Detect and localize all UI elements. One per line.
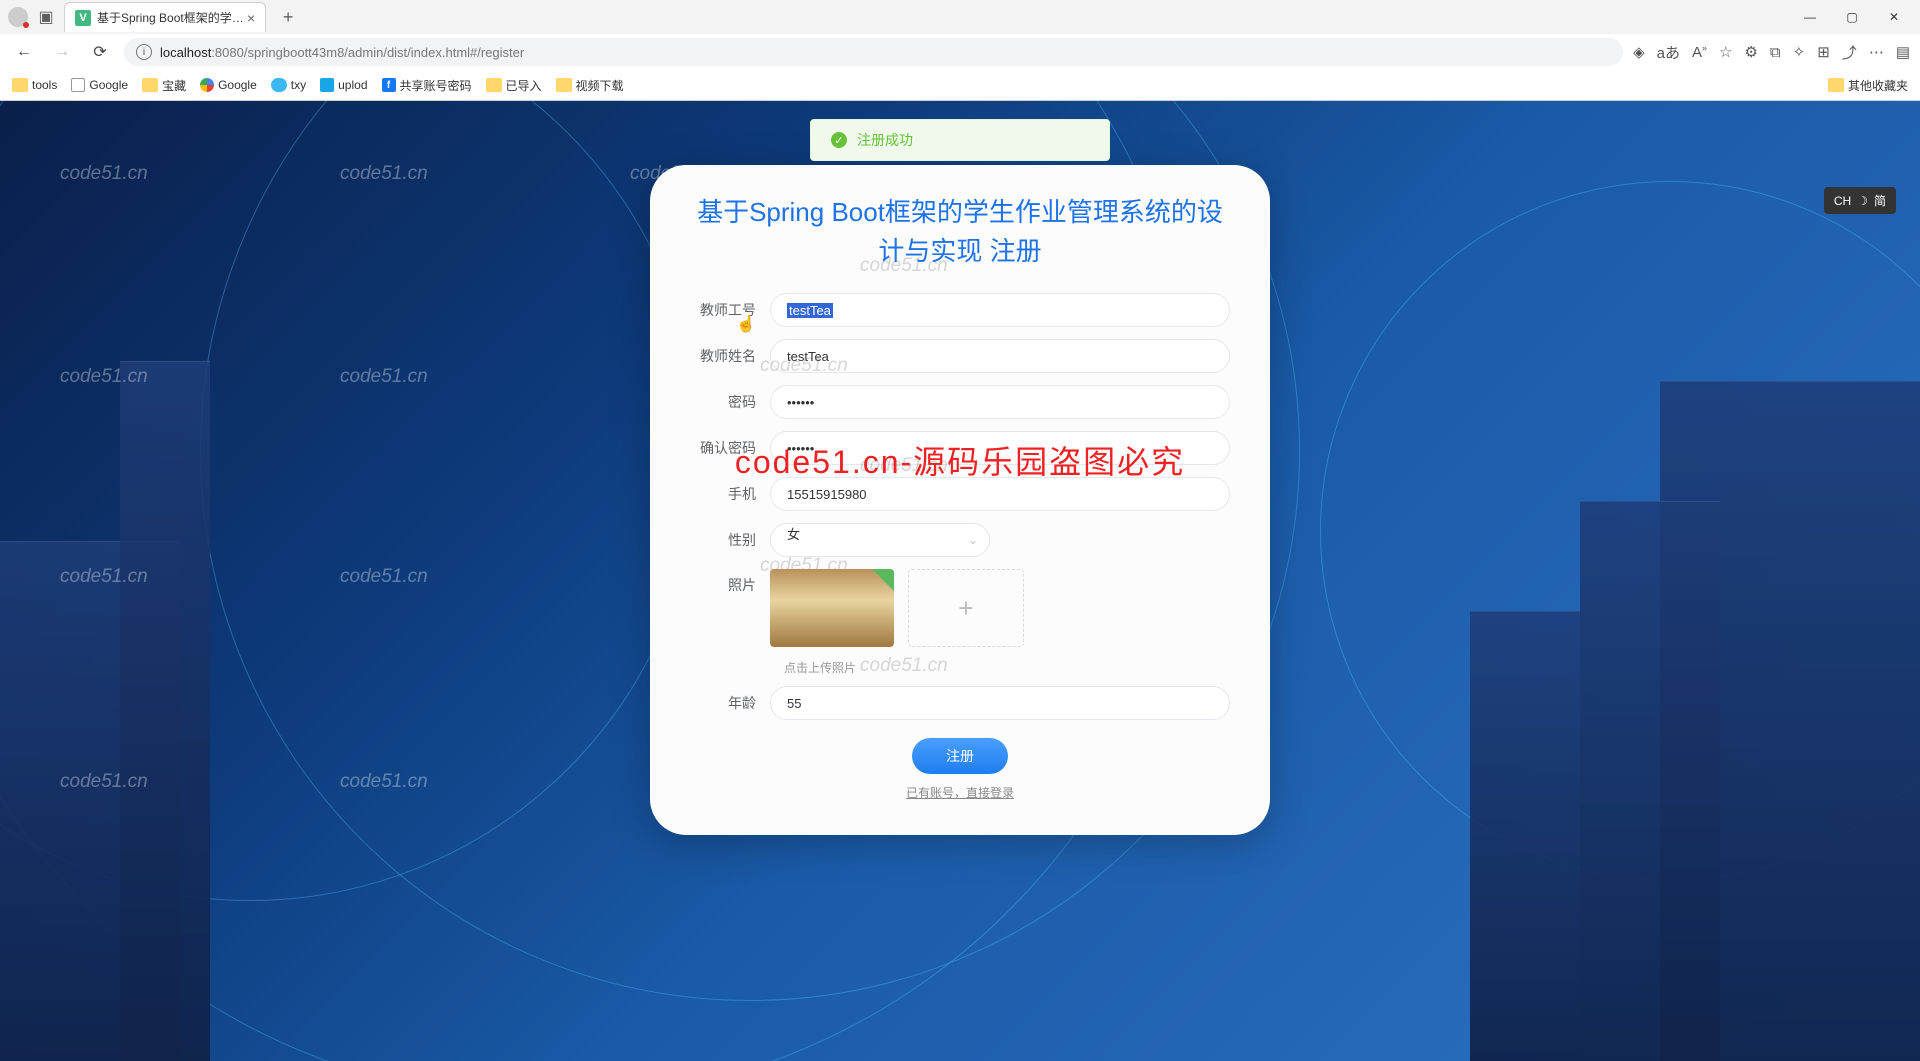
input-age[interactable]: [770, 686, 1230, 720]
input-confirm[interactable]: [770, 431, 1230, 465]
read-aloud-icon[interactable]: ◈: [1633, 43, 1645, 61]
card-title: 基于Spring Boot框架的学生作业管理系统的设计与实现 注册: [690, 193, 1230, 271]
ime-moon-icon: ☽: [1857, 194, 1868, 208]
login-link[interactable]: 已有账号，直接登录: [690, 784, 1230, 801]
favorites-icon[interactable]: ☆: [1719, 43, 1732, 61]
page-content: code51.cn code51.cn code51.cn code51.cn …: [0, 101, 1920, 1061]
bookmarks-bar: tools Google 宝藏 Google txy uplod f共享账号密码…: [0, 70, 1920, 100]
success-toast: ✓ 注册成功: [810, 119, 1110, 161]
select-gender[interactable]: 女: [770, 523, 990, 557]
label-password: 密码: [690, 392, 770, 412]
address-bar[interactable]: i localhost:8080/springboott43m8/admin/d…: [124, 38, 1623, 66]
toolbar-icons: ◈ aあ A» ☆ ⚙ ⧉ ✧ ⊞ ⤴ ⋯ ▤: [1633, 42, 1910, 63]
extensions-icon[interactable]: ⊞: [1817, 43, 1830, 61]
row-phone: 手机: [690, 477, 1230, 511]
site-info-icon[interactable]: i: [136, 44, 152, 60]
label-phone: 手机: [690, 484, 770, 504]
reload-button[interactable]: ⟳: [86, 38, 114, 66]
row-teacher-name: 教师姓名: [690, 339, 1230, 373]
plus-icon: +: [958, 593, 973, 624]
input-teacher-name[interactable]: [770, 339, 1230, 373]
folder-icon: [556, 78, 572, 92]
share-icon[interactable]: ⤴: [1842, 42, 1857, 63]
upload-icon: [320, 78, 334, 92]
bookmark-google2[interactable]: Google: [200, 78, 257, 92]
other-bookmarks[interactable]: 其他收藏夹: [1828, 77, 1908, 94]
more-icon[interactable]: ⋯: [1869, 43, 1884, 61]
settings-icon[interactable]: ⚙: [1744, 43, 1757, 61]
maximize-icon[interactable]: ▢: [1840, 5, 1864, 29]
f-icon: f: [382, 78, 396, 92]
ime-lang: CH: [1834, 194, 1851, 208]
folder-icon: [142, 78, 158, 92]
tab-favicon-icon: V: [75, 10, 91, 26]
titlebar: ▣ V 基于Spring Boot框架的学生作业 × + — ▢ ✕: [0, 0, 1920, 34]
page-icon: [71, 78, 85, 92]
bookmark-txy[interactable]: txy: [271, 78, 306, 92]
label-photo: 照片: [690, 569, 770, 595]
bookmark-video[interactable]: 视频下载: [556, 77, 624, 94]
label-teacher-id: 教师工号: [690, 300, 770, 320]
label-teacher-name: 教师姓名: [690, 346, 770, 366]
back-button[interactable]: ←: [10, 38, 38, 66]
ime-mode: 简: [1874, 192, 1886, 209]
tab-overview-icon[interactable]: ▣: [36, 7, 56, 27]
bookmark-uplod[interactable]: uplod: [320, 78, 367, 92]
window-controls: — ▢ ✕: [1798, 5, 1912, 29]
bookmark-share[interactable]: f共享账号密码: [382, 77, 472, 94]
ime-indicator[interactable]: CH ☽ 简: [1824, 187, 1896, 214]
url-host: localhost: [160, 45, 211, 60]
label-age: 年龄: [690, 693, 770, 713]
folder-icon: [486, 78, 502, 92]
new-tab-button[interactable]: +: [274, 7, 302, 28]
profile-icon[interactable]: [8, 7, 28, 27]
input-phone[interactable]: [770, 477, 1230, 511]
toast-text: 注册成功: [857, 130, 913, 150]
register-button[interactable]: 注册: [912, 738, 1008, 774]
url-port: :8080: [211, 45, 244, 60]
register-card: 基于Spring Boot框架的学生作业管理系统的设计与实现 注册 code51…: [650, 165, 1270, 835]
sidebar-icon[interactable]: ▤: [1896, 43, 1910, 61]
url-path: /springboott43m8/admin/dist/index.html#/…: [244, 45, 524, 60]
translate-icon[interactable]: aあ: [1657, 42, 1680, 63]
row-teacher-id: 教师工号 testTea: [690, 293, 1230, 327]
label-confirm: 确认密码: [690, 438, 770, 458]
bookmark-treasure[interactable]: 宝藏: [142, 77, 186, 94]
bookmark-tools[interactable]: tools: [12, 78, 57, 92]
row-photo: 照片 +: [690, 569, 1230, 647]
row-confirm-password: 确认密码: [690, 431, 1230, 465]
bookmark-google[interactable]: Google: [71, 78, 128, 92]
text-size-icon[interactable]: A»: [1692, 43, 1707, 61]
google-icon: [200, 78, 214, 92]
cloud-icon: [271, 78, 287, 92]
photo-thumbnail[interactable]: [770, 569, 894, 647]
row-age: 年龄: [690, 686, 1230, 720]
folder-icon: [12, 78, 28, 92]
input-teacher-id[interactable]: testTea: [770, 293, 1230, 327]
tab-close-icon[interactable]: ×: [247, 10, 255, 26]
row-password: 密码: [690, 385, 1230, 419]
bookmark-import[interactable]: 已导入: [486, 77, 542, 94]
collections-icon[interactable]: ✧: [1793, 43, 1806, 61]
upload-hint: 点击上传照片: [784, 659, 1230, 676]
input-password[interactable]: [770, 385, 1230, 419]
split-icon[interactable]: ⧉: [1770, 44, 1781, 61]
close-icon[interactable]: ✕: [1882, 5, 1906, 29]
row-gender: 性别 女 ⌄: [690, 523, 1230, 557]
addressbar-row: ← → ⟳ i localhost:8080/springboott43m8/a…: [0, 34, 1920, 70]
check-icon: ✓: [831, 132, 847, 148]
tab-title: 基于Spring Boot框架的学生作业: [97, 9, 247, 26]
upload-button[interactable]: +: [908, 569, 1024, 647]
forward-button: →: [48, 38, 76, 66]
browser-chrome: ▣ V 基于Spring Boot框架的学生作业 × + — ▢ ✕ ← → ⟳…: [0, 0, 1920, 101]
label-gender: 性别: [690, 530, 770, 550]
browser-tab[interactable]: V 基于Spring Boot框架的学生作业 ×: [64, 2, 266, 32]
minimize-icon[interactable]: —: [1798, 5, 1822, 29]
folder-icon: [1828, 78, 1844, 92]
